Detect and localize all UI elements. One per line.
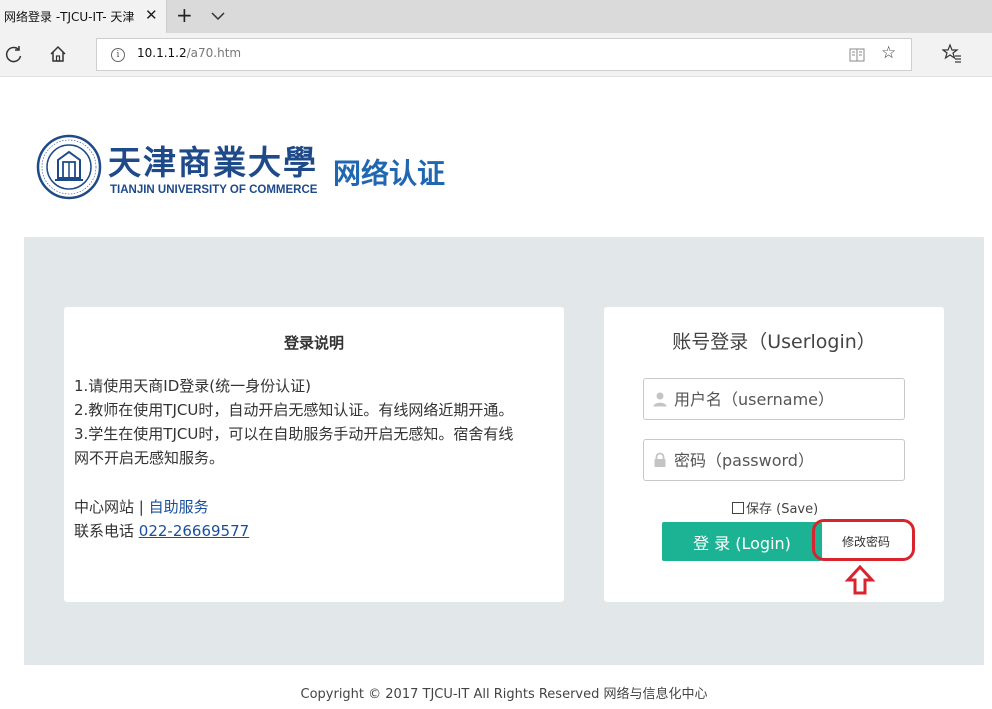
login-title: 账号登录（Userlogin） (672, 331, 876, 353)
close-icon[interactable]: ✕ (145, 6, 158, 24)
info-icon[interactable]: i (111, 48, 125, 62)
page-title: 网络认证 (333, 157, 446, 190)
save-checkbox-row[interactable]: 保存 (Save) (732, 498, 818, 517)
home-icon[interactable] (48, 44, 68, 64)
instruction-line: 网不开启无感知服务。 (74, 449, 225, 467)
chevron-down-icon[interactable] (208, 4, 228, 28)
refresh-icon[interactable] (4, 44, 24, 64)
links-row: 中心网站 | 自助服务 (74, 496, 209, 517)
university-name-en: TIANJIN UNIVERSITY OF COMMERCE (110, 184, 318, 196)
password-input[interactable] (674, 448, 898, 472)
up-arrow-icon (845, 565, 875, 595)
change-password-button[interactable]: 修改密码 (822, 522, 910, 561)
url-text[interactable]: 10.1.1.2/a70.htm (137, 46, 241, 60)
tab-title: 网络登录 -TJCU-IT- 天津 (4, 10, 135, 24)
save-checkbox[interactable] (732, 502, 744, 514)
username-input[interactable] (674, 387, 898, 411)
lock-icon (654, 452, 666, 467)
password-field[interactable] (643, 439, 905, 481)
footer-copyright: Copyright © 2017 TJCU-IT All Rights Rese… (300, 687, 708, 702)
center-site-link[interactable]: 中心网站 (74, 498, 134, 516)
browser-toolbar: i 10.1.1.2/a70.htm ☆ (0, 33, 992, 77)
browser-tab[interactable]: 网络登录 -TJCU-IT- 天津 ✕ (0, 0, 167, 33)
phone-link[interactable]: 022-26669577 (139, 522, 249, 540)
instructions-title: 登录说明 (283, 334, 344, 352)
phone-label: 联系电话 (74, 522, 139, 540)
url-path: /a70.htm (186, 46, 242, 60)
reading-view-icon[interactable] (849, 48, 865, 62)
instruction-line: 3.学生在使用TJCU时，可以在自助服务手动开启无感知。宿舍有线 (74, 425, 514, 443)
university-name-cn: 天津商業大學 (108, 143, 318, 182)
login-button[interactable]: 登 录 (Login) (662, 522, 822, 561)
favorites-icon[interactable] (942, 43, 962, 63)
save-label: 保存 (Save) (746, 502, 819, 517)
address-bar[interactable]: i 10.1.1.2/a70.htm ☆ (96, 38, 912, 71)
instructions-card: 登录说明 1.请使用天商ID登录(统一身份认证) 2.教师在使用TJCU时，自动… (64, 307, 564, 602)
new-tab-button[interactable]: + (176, 3, 193, 27)
instruction-line: 1.请使用天商ID登录(统一身份认证) (74, 377, 311, 395)
login-card: 账号登录（Userlogin） 保存 (Save) 登 录 (Login) 修改… (604, 307, 944, 602)
user-icon (653, 392, 667, 407)
username-field[interactable] (643, 378, 905, 420)
star-icon[interactable]: ☆ (881, 43, 896, 63)
instruction-line: 2.教师在使用TJCU时，自动开启无感知认证。有线网络近期开通。 (74, 401, 514, 419)
self-service-link[interactable]: 自助服务 (149, 498, 209, 516)
url-host: 10.1.1.2 (137, 46, 187, 60)
phone-row: 联系电话 022-26669577 (74, 520, 249, 541)
tab-bar: 网络登录 -TJCU-IT- 天津 ✕ + (0, 0, 992, 33)
link-separator: | (134, 498, 149, 516)
university-emblem (36, 134, 102, 200)
